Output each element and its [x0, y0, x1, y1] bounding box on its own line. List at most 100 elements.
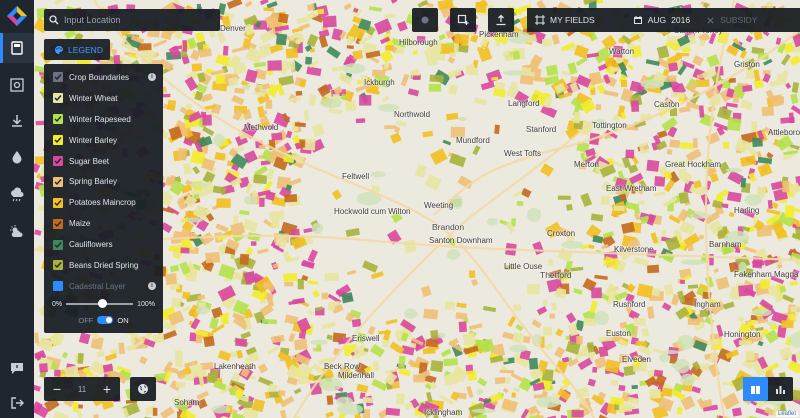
- opacity-slider-thumb[interactable]: [98, 299, 108, 309]
- globe-icon: [138, 384, 148, 394]
- checkbox-checked-icon[interactable]: [53, 260, 63, 271]
- legend-item-label: Sugar Beet: [69, 156, 110, 166]
- opacity-slider-row: 0% 100%: [44, 297, 163, 309]
- place-label: Fakenham Magna: [734, 270, 799, 279]
- checkbox-checked-icon[interactable]: [53, 93, 63, 104]
- place-label: Langford: [508, 99, 540, 108]
- legend-item-label: Winter Barley: [69, 135, 118, 145]
- toggle-on-label: ON: [117, 315, 129, 325]
- sidebar-climate-button[interactable]: [0, 217, 34, 247]
- sidebar-download-button[interactable]: [0, 106, 34, 136]
- my-fields-button[interactable]: MY FIELDS: [527, 8, 603, 32]
- legend-item[interactable]: Crop Boundaries i: [44, 67, 163, 88]
- place-label: Barnham: [709, 240, 742, 249]
- place-label: Caston: [654, 100, 680, 109]
- legend-item[interactable]: Cadastral Layer i: [44, 276, 163, 297]
- add-shape-icon: [457, 14, 469, 25]
- sidebar-nutrition-button[interactable]: [0, 142, 34, 172]
- bar-chart-icon: [776, 385, 785, 394]
- zoom-in-button[interactable]: +: [98, 381, 116, 397]
- place-label: Stanford: [526, 125, 557, 134]
- map-view-button[interactable]: [743, 377, 768, 401]
- zoom-control: − 11 +: [44, 377, 120, 401]
- place-label: Thetford: [540, 270, 572, 280]
- place-label: Beck Row: [324, 362, 361, 371]
- draw-field-button[interactable]: [412, 8, 438, 32]
- search-input[interactable]: [64, 15, 214, 25]
- checkbox-checked-icon[interactable]: [53, 218, 63, 229]
- search-icon: [49, 15, 59, 25]
- checkbox-checked-icon[interactable]: [53, 239, 63, 250]
- place-label: Little Ouse: [504, 262, 543, 271]
- checkbox-checked-icon[interactable]: [53, 156, 63, 166]
- place-label: Ingham: [694, 300, 721, 309]
- date-selector[interactable]: AUG 2016: [625, 8, 698, 32]
- place-label: Croxton: [547, 229, 576, 238]
- zoom-out-button[interactable]: −: [48, 381, 66, 397]
- place-label: Euston: [606, 329, 631, 338]
- sidebar-logout-button[interactable]: [0, 388, 34, 418]
- add-field-button[interactable]: [450, 8, 476, 32]
- legend-button[interactable]: LEGEND: [44, 39, 110, 60]
- place-label: Rushford: [613, 300, 646, 309]
- checkbox-checked-icon[interactable]: [53, 114, 63, 125]
- info-icon[interactable]: i: [148, 282, 156, 291]
- place-label: Mildenhall: [338, 371, 375, 380]
- place-label: Methwold: [244, 123, 279, 132]
- cadastral-toggle-row: OFF ON: [44, 316, 163, 325]
- palette-icon: [55, 45, 63, 54]
- checkbox-checked-icon[interactable]: [53, 176, 63, 187]
- place-label: Icklingham: [424, 408, 463, 417]
- opacity-min-label: 0%: [52, 300, 63, 308]
- legend-item-label: Spring Barley: [69, 177, 118, 187]
- place-label: Kilverstone: [614, 245, 654, 254]
- legend-button-label: LEGEND: [68, 44, 103, 55]
- place-label: West Tofts: [504, 149, 542, 158]
- map-attribution[interactable]: Leaflet: [775, 411, 798, 417]
- basemap-button[interactable]: [130, 377, 156, 401]
- sidebar-analytics-button[interactable]: [0, 70, 34, 100]
- zoom-level: 11: [77, 384, 87, 394]
- checkbox-checked-icon[interactable]: [53, 135, 63, 146]
- legend-item[interactable]: Winter Wheat: [44, 88, 163, 109]
- place-label: Great Hockham: [665, 160, 722, 169]
- place-label: Elveden: [622, 355, 651, 364]
- place-label: Griston: [734, 60, 760, 69]
- info-icon[interactable]: i: [148, 73, 156, 82]
- place-label: Brandon: [432, 222, 465, 232]
- checkbox-checked-icon[interactable]: [53, 72, 63, 83]
- opacity-slider[interactable]: [66, 299, 134, 309]
- legend-item[interactable]: Winter Barley: [44, 130, 163, 151]
- checkbox-checked-icon[interactable]: [53, 197, 63, 208]
- subsidy-button[interactable]: SUBSIDY: [698, 8, 765, 32]
- legend-item-label: Cauliflowers: [69, 240, 113, 250]
- legend-item[interactable]: Sugar Beet: [44, 151, 163, 172]
- legend-panel: Crop Boundaries i Winter Wheat Winter Rapes…: [44, 64, 163, 333]
- legend-item[interactable]: Winter Rapeseed: [44, 109, 163, 130]
- legend-item-label: Crop Boundaries: [69, 72, 130, 82]
- sidebar-weather-button[interactable]: [0, 180, 34, 210]
- legend-item-label: Beans Dried Spring: [69, 260, 139, 270]
- sidebar-layers-button[interactable]: [0, 33, 34, 63]
- legend-item-label: Maize: [69, 219, 91, 229]
- legend-item[interactable]: Cauliflowers: [44, 234, 163, 255]
- upload-button[interactable]: [488, 8, 514, 32]
- top-bar: MY FIELDS AUG 2016 SUBSIDY: [527, 8, 800, 32]
- place-label: Hockwold cum Wilton: [334, 207, 411, 216]
- analytics-icon: [10, 78, 24, 92]
- place-label: Weeting: [424, 201, 454, 210]
- place-label: Harling: [734, 206, 760, 215]
- legend-item[interactable]: Spring Barley: [44, 171, 163, 192]
- stats-view-button[interactable]: [768, 377, 793, 401]
- legend-item[interactable]: Beans Dried Spring: [44, 255, 163, 276]
- location-search[interactable]: [44, 9, 220, 31]
- checkbox-icon[interactable]: [53, 281, 63, 292]
- layers-icon: [11, 41, 23, 55]
- month-label: AUG: [647, 15, 667, 25]
- legend-item[interactable]: Potatoes Maincrop: [44, 192, 163, 213]
- sun-cloud-icon: [10, 225, 23, 237]
- close-icon: [707, 16, 714, 24]
- legend-item[interactable]: Maize: [44, 213, 163, 234]
- on-off-toggle[interactable]: [97, 316, 114, 325]
- sidebar-feedback-button[interactable]: [0, 353, 34, 383]
